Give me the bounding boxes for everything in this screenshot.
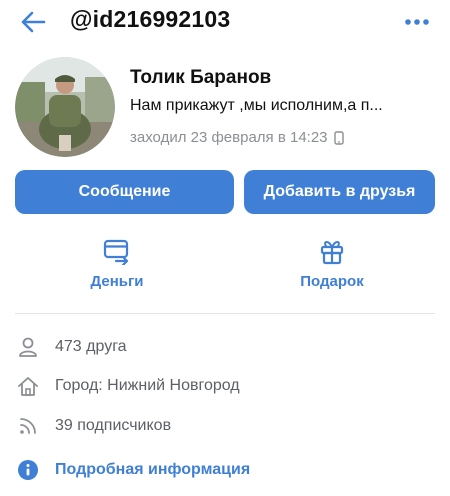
divider (15, 313, 435, 314)
user-status[interactable]: Нам прикажут ,мы исполним,а п... (130, 97, 435, 115)
rss-icon (15, 413, 41, 439)
message-button[interactable]: Сообщение (15, 170, 234, 214)
money-label: Деньги (90, 273, 144, 290)
info-icon (15, 457, 41, 483)
user-name: Толик Баранов (130, 67, 272, 88)
friends-row[interactable]: 473 друга (15, 333, 127, 361)
avatar-photo (15, 57, 115, 157)
city-text: Город: Нижний Новгород (55, 377, 240, 394)
last-seen: заходил 23 февраля в 14:23 (130, 129, 344, 146)
phone-icon (333, 130, 344, 145)
money-transfer-icon (102, 236, 132, 266)
city-row: Город: Нижний Новгород (15, 372, 240, 400)
user-icon (15, 334, 41, 360)
add-friend-button[interactable]: Добавить в друзья (244, 170, 435, 214)
top-bar: @id216992103 (0, 0, 450, 44)
details-link[interactable]: Подробная информация (55, 461, 250, 479)
home-icon (15, 373, 41, 399)
followers-row[interactable]: 39 подписчиков (15, 412, 171, 440)
page-title: @id216992103 (70, 6, 231, 32)
gift-label: Подарок (300, 273, 364, 290)
money-transfer-button[interactable]: Деньги (57, 236, 177, 296)
arrow-left-icon (21, 11, 46, 33)
back-button[interactable] (18, 8, 48, 36)
avatar[interactable] (15, 57, 115, 157)
more-options-button[interactable] (402, 12, 432, 32)
details-row[interactable]: Подробная информация (15, 456, 250, 484)
last-seen-text: заходил 23 февраля в 14:23 (130, 129, 328, 146)
more-dots-icon (405, 19, 429, 25)
friends-count: 473 друга (55, 338, 127, 355)
followers-count: 39 подписчиков (55, 417, 172, 434)
gift-button[interactable]: Подарок (272, 236, 392, 296)
gift-icon (317, 236, 347, 266)
